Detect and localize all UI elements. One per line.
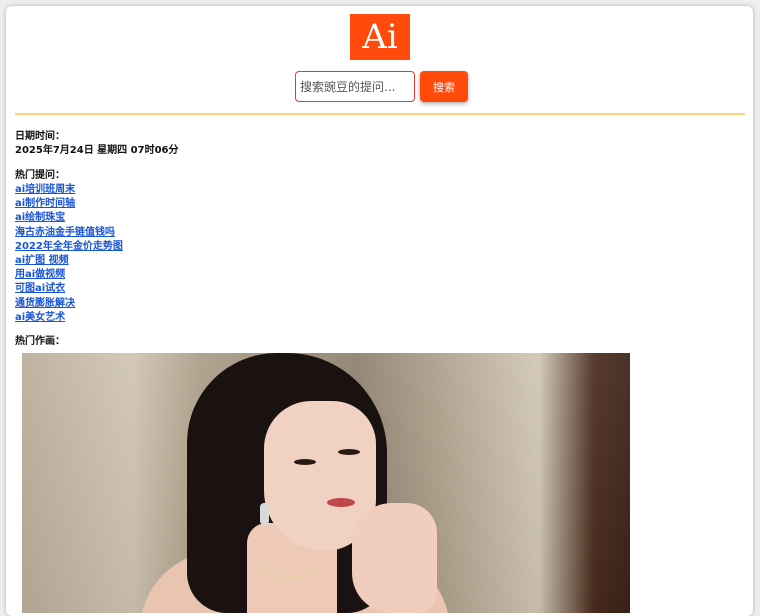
list-item: ai扩图 视频 xyxy=(15,251,123,266)
list-item: 海古赤油金手链值钱吗 xyxy=(15,223,123,238)
datetime-value: 2025年7月24日 星期四 07时06分 xyxy=(15,145,179,156)
search-input[interactable] xyxy=(295,71,415,102)
datetime-label: 日期时间： xyxy=(15,131,65,142)
list-item: 用ai做视频 xyxy=(15,265,123,280)
header-divider xyxy=(15,113,745,115)
search-button[interactable]: 搜索 xyxy=(420,71,468,102)
list-item: 通货膨胀解决 xyxy=(15,294,123,309)
question-link[interactable]: ai美女艺术 xyxy=(15,312,65,323)
hot-questions-list: ai培训班周末 ai制作时间轴 ai绘制珠宝 海古赤油金手链值钱吗 2022年全… xyxy=(15,180,123,323)
site-logo[interactable]: Ai xyxy=(350,14,410,60)
question-link[interactable]: 可图ai试衣 xyxy=(15,283,65,294)
artwork-image[interactable] xyxy=(22,353,630,613)
question-link[interactable]: 通货膨胀解决 xyxy=(15,298,75,309)
list-item: ai绘制珠宝 xyxy=(15,208,123,223)
list-item: ai培训班周末 xyxy=(15,180,123,195)
list-item: ai美女艺术 xyxy=(15,308,123,323)
list-item: 可图ai试衣 xyxy=(15,279,123,294)
list-item: ai制作时间轴 xyxy=(15,194,123,209)
list-item: 2022年全年金价走势图 xyxy=(15,237,123,252)
page-card: Ai 搜索 日期时间： 2025年7月24日 星期四 07时06分 热门提问： … xyxy=(6,6,753,616)
question-link[interactable]: 海古赤油金手链值钱吗 xyxy=(15,227,115,238)
question-link[interactable]: ai绘制珠宝 xyxy=(15,212,65,223)
hot-questions-label: 热门提问： xyxy=(15,170,65,181)
hot-art-label: 热门作画： xyxy=(15,336,65,347)
